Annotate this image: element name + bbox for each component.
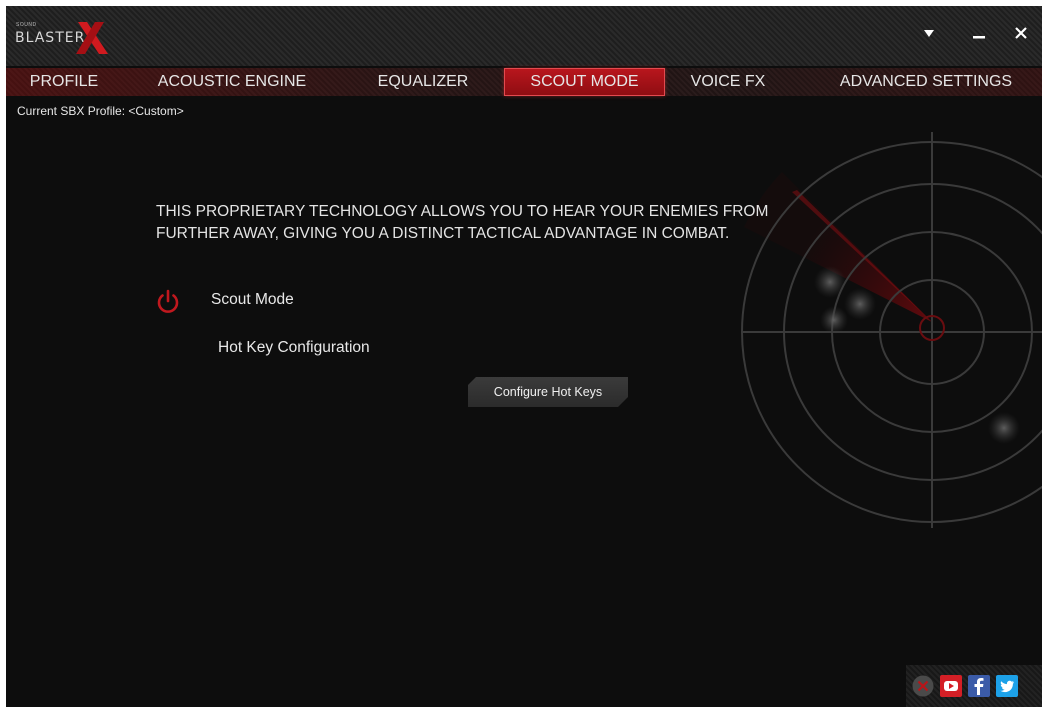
radar-graphic <box>741 132 1042 528</box>
scout-mode-toggle[interactable] <box>154 288 182 316</box>
logo-small-text: SOUND <box>16 22 37 28</box>
app-window: SOUND BLASTER PROFILE ACOUSTIC ENGINE EQ… <box>6 6 1042 707</box>
dropdown-arrow-icon <box>924 30 934 37</box>
tab-advanced-settings[interactable]: ADVANCED SETTINGS <box>826 68 1026 96</box>
tab-scout-mode[interactable]: SCOUT MODE <box>504 68 665 96</box>
current-profile-label: Current SBX Profile: <Custom> <box>17 104 184 118</box>
x-logo-icon <box>76 22 108 54</box>
x-circle-icon[interactable] <box>912 675 934 697</box>
social-links-bar <box>906 665 1042 707</box>
description-line-2: FURTHER AWAY, GIVING YOU A DISTINCT TACT… <box>156 225 730 242</box>
tab-equalizer[interactable]: EQUALIZER <box>366 68 480 96</box>
title-bar: SOUND BLASTER <box>6 6 1042 66</box>
soundblasterx-logo: SOUND BLASTER <box>12 20 112 56</box>
tab-acoustic-engine[interactable]: ACOUSTIC ENGINE <box>148 68 316 96</box>
minimize-button[interactable] <box>964 20 994 46</box>
facebook-icon[interactable] <box>968 675 990 697</box>
close-button[interactable] <box>1006 20 1036 46</box>
scout-mode-label: Scout Mode <box>211 291 294 308</box>
dropdown-menu-button[interactable] <box>914 20 944 46</box>
main-tab-bar: PROFILE ACOUSTIC ENGINE EQUALIZER SCOUT … <box>6 68 1042 96</box>
youtube-icon[interactable] <box>940 675 962 697</box>
tab-voice-fx[interactable]: VOICE FX <box>678 68 778 96</box>
hotkey-config-label: Hot Key Configuration <box>218 339 370 356</box>
power-icon <box>157 289 179 313</box>
scout-description: THIS PROPRIETARY TECHNOLOGY ALLOWS YOU T… <box>156 201 796 245</box>
tab-profile[interactable]: PROFILE <box>22 68 106 96</box>
configure-hot-keys-button[interactable]: Configure Hot Keys <box>468 377 628 407</box>
twitter-icon[interactable] <box>996 675 1018 697</box>
close-icon <box>1015 27 1027 39</box>
minimize-icon <box>973 36 985 39</box>
description-line-1: THIS PROPRIETARY TECHNOLOGY ALLOWS YOU T… <box>156 203 769 220</box>
